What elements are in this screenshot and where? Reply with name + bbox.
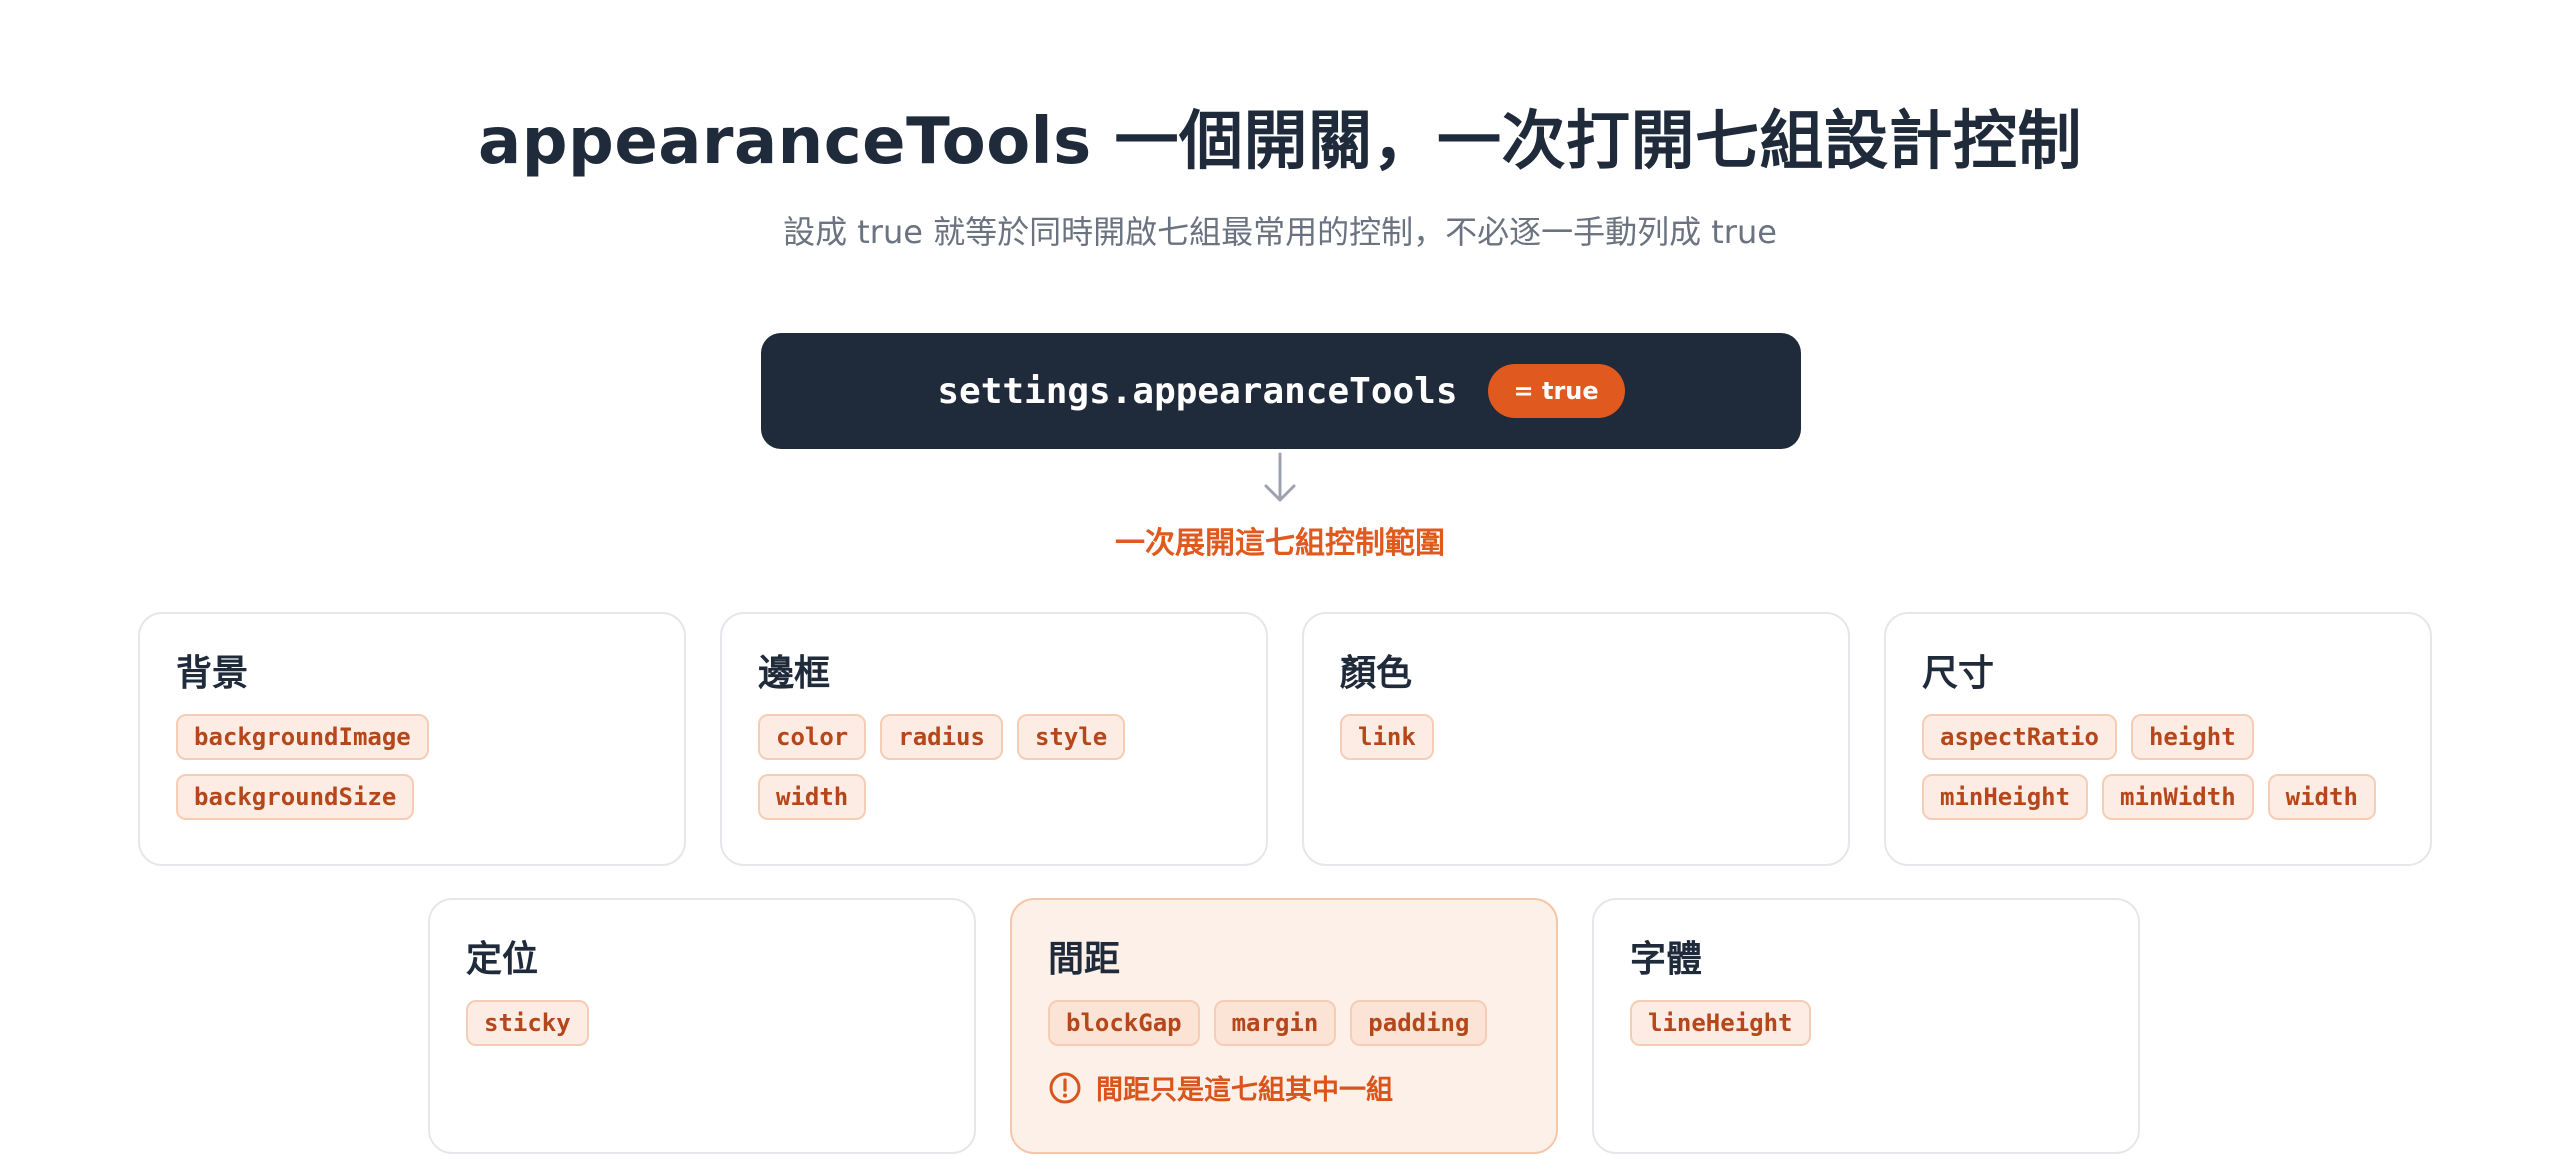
group-card-dimensions: 尺寸 aspectRatio height minHeight minWidth…	[1884, 612, 2432, 866]
setting-code-bar: settings.appearanceTools = true	[761, 333, 1801, 449]
tag: lineHeight	[1630, 1000, 1811, 1046]
group-title: 顏色	[1340, 653, 1413, 694]
group-card-color: 顏色 link	[1302, 612, 1850, 866]
group-title: 尺寸	[1922, 653, 1995, 694]
group-title: 定位	[466, 939, 539, 980]
group-card-border: 邊框 color radius style width	[720, 612, 1268, 866]
tag: backgroundImage	[176, 714, 429, 760]
setting-code: settings.appearanceTools	[937, 370, 1458, 412]
tag: sticky	[466, 1000, 589, 1046]
tag: width	[2267, 774, 2376, 820]
tag: backgroundSize	[176, 774, 415, 820]
page-title: appearanceTools 一個開關，一次打開七組設計控制	[478, 105, 2082, 179]
group-tags: aspectRatio height minHeight minWidth wi…	[1922, 714, 2394, 820]
tag: blockGap	[1048, 1000, 1200, 1046]
group-tags: sticky	[466, 1000, 938, 1046]
tag: radius	[880, 714, 1003, 760]
group-tags: link	[1340, 714, 1812, 760]
alert-circle-icon	[1049, 1072, 1081, 1103]
group-tags: backgroundImage backgroundSize	[176, 714, 648, 820]
group-tags: lineHeight	[1630, 1000, 2102, 1046]
group-card-spacing: 間距 blockGap margin padding 間距只是這七組其中一組	[1010, 898, 1558, 1154]
group-title: 字體	[1630, 939, 1703, 980]
setting-value-pill: = true	[1487, 364, 1625, 418]
group-card-background: 背景 backgroundImage backgroundSize	[138, 612, 686, 866]
tag: aspectRatio	[1922, 714, 2117, 760]
group-tags: color radius style width	[758, 714, 1158, 820]
tag: width	[758, 774, 867, 820]
tag: style	[1016, 714, 1126, 760]
group-title: 間距	[1048, 939, 1121, 980]
tag: minHeight	[1922, 774, 2089, 820]
spacing-note-text: 間距只是這七組其中一組	[1096, 1075, 1393, 1106]
tag: padding	[1350, 1000, 1488, 1046]
tag: height	[2130, 714, 2254, 760]
arrow-down-icon	[1264, 452, 1296, 502]
tag: color	[758, 714, 867, 760]
group-card-position: 定位 sticky	[428, 898, 976, 1154]
group-title: 邊框	[758, 653, 831, 694]
group-tags: blockGap margin padding	[1048, 1000, 1520, 1046]
tag: link	[1340, 714, 1434, 760]
tag: minWidth	[2102, 774, 2254, 820]
tag: margin	[1213, 1000, 1337, 1046]
page: appearanceTools 一個開關，一次打開七組設計控制 設成 true …	[0, 0, 2560, 1174]
page-subtitle: 設成 true 就等於同時開啟七組最常用的控制，不必逐一手動列成 true	[783, 213, 1777, 251]
group-card-typography: 字體 lineHeight	[1592, 898, 2140, 1154]
group-title: 背景	[176, 653, 249, 694]
spacing-note: 間距只是這七組其中一組	[1048, 1068, 1520, 1107]
expand-label: 一次展開這七組控制範圍	[1115, 526, 1445, 561]
